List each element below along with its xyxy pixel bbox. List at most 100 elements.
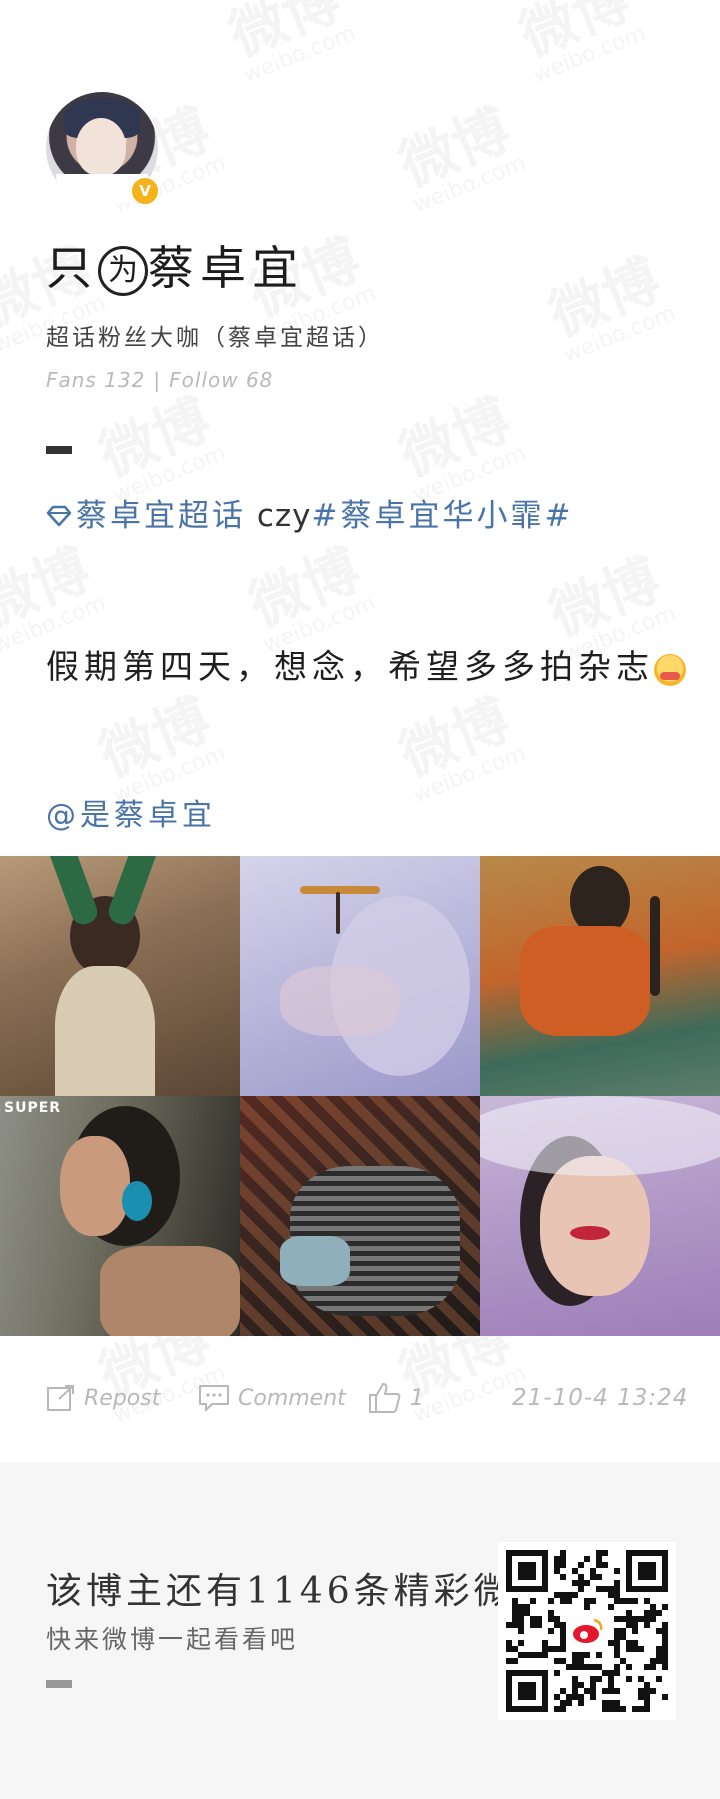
qr-module [662,1652,668,1658]
qr-module [626,1646,632,1652]
post-actions: Repost Comment 1 21-10-4 13:24 [0,1376,720,1420]
post-image-6[interactable] [480,1096,720,1336]
post-image-3[interactable] [480,856,720,1096]
qr-code[interactable] [498,1542,676,1720]
qr-module [656,1628,662,1634]
qr-module [614,1664,620,1670]
mention-link[interactable]: @是蔡卓宜 [46,790,216,834]
qr-module [614,1646,620,1652]
qr-module [584,1652,590,1658]
qr-module [602,1586,608,1592]
fans-count[interactable]: Fans 132 [46,368,145,392]
watermark-sub: weibo.com [240,21,359,89]
qr-module [536,1622,542,1628]
follow-count[interactable]: Follow 68 [169,368,273,392]
qr-module [602,1688,608,1694]
qr-module [608,1640,614,1646]
qr-module [578,1562,584,1568]
qr-module [566,1664,572,1670]
qr-module [656,1646,662,1652]
qr-module [662,1604,668,1610]
nickname-suffix: 蔡卓宜 [148,241,304,295]
like-button[interactable]: 1 [368,1376,424,1420]
qr-module [512,1658,518,1664]
footer-title: 该博主还有1146条精彩微博 [46,1571,554,1612]
qr-module [596,1556,602,1562]
qr-module [548,1628,554,1634]
qr-module [638,1694,644,1700]
qr-module [554,1670,560,1676]
post-image-2[interactable] [240,856,480,1096]
qr-module [590,1676,596,1682]
topic-plain-text: czy [246,498,312,534]
qr-module [554,1568,560,1574]
qr-module [518,1604,524,1610]
qr-module [614,1652,620,1658]
nickname[interactable]: 只为蔡卓宜 [46,232,304,298]
qr-module [542,1646,548,1652]
section-divider [46,446,72,454]
qr-module [584,1556,590,1562]
qr-module [608,1676,614,1682]
qr-module [632,1628,638,1634]
qr-module [626,1616,632,1622]
qr-module [644,1682,650,1688]
qr-module [620,1634,626,1640]
qr-finder-core [638,1562,656,1580]
qr-module [584,1664,590,1670]
supertopic-link[interactable]: 蔡卓宜超话 [76,498,246,534]
qr-module [560,1550,566,1556]
qr-module [584,1688,590,1694]
qr-module [584,1598,590,1604]
qr-module [530,1616,536,1622]
repost-icon [47,1385,74,1411]
qr-module [518,1652,524,1658]
qr-module [560,1556,566,1562]
post-text: 假期第四天，想念，希望多多拍杂志 [46,640,686,688]
qr-module [554,1616,560,1622]
qr-module [566,1700,572,1706]
qr-module [638,1616,644,1622]
qr-module [512,1646,518,1652]
qr-module [596,1550,602,1556]
qr-finder-core [518,1682,536,1700]
watermark-text: 微博 [90,387,221,489]
qr-module [530,1652,536,1658]
qr-module [650,1616,656,1622]
qr-module [596,1574,602,1580]
qr-module [632,1616,638,1622]
qr-module [518,1616,524,1622]
qr-module [578,1574,584,1580]
qr-module [626,1640,632,1646]
user-stats: Fans 132 | Follow 68 [46,368,273,392]
post-image-4[interactable]: SUPER [0,1096,240,1336]
hug-emoji-icon [654,654,686,686]
qr-module [596,1562,602,1568]
qr-module [560,1622,566,1628]
qr-module [620,1706,626,1712]
qr-module [662,1646,668,1652]
hashtag-link[interactable]: #蔡卓宜华小霏# [312,498,574,534]
qr-module [560,1562,566,1568]
qr-module [584,1580,590,1586]
post-image-1[interactable] [0,856,240,1096]
qr-module [626,1676,632,1682]
post-image-5[interactable] [240,1096,480,1336]
qr-module [572,1676,578,1682]
comment-button[interactable]: Comment [198,1376,346,1420]
qr-module [608,1682,614,1688]
qr-module [626,1610,632,1616]
qr-module [560,1574,566,1580]
qr-module [638,1676,644,1682]
qr-module [602,1670,608,1676]
qr-module [596,1586,602,1592]
qr-module [572,1694,578,1700]
nickname-prefix: 只 [46,241,98,295]
qr-module [662,1664,668,1670]
repost-button[interactable]: Repost [46,1376,160,1420]
qr-module [602,1562,608,1568]
qr-module [614,1586,620,1592]
qr-module [644,1706,650,1712]
comment-label: Comment [238,1385,346,1411]
qr-module [578,1652,584,1658]
